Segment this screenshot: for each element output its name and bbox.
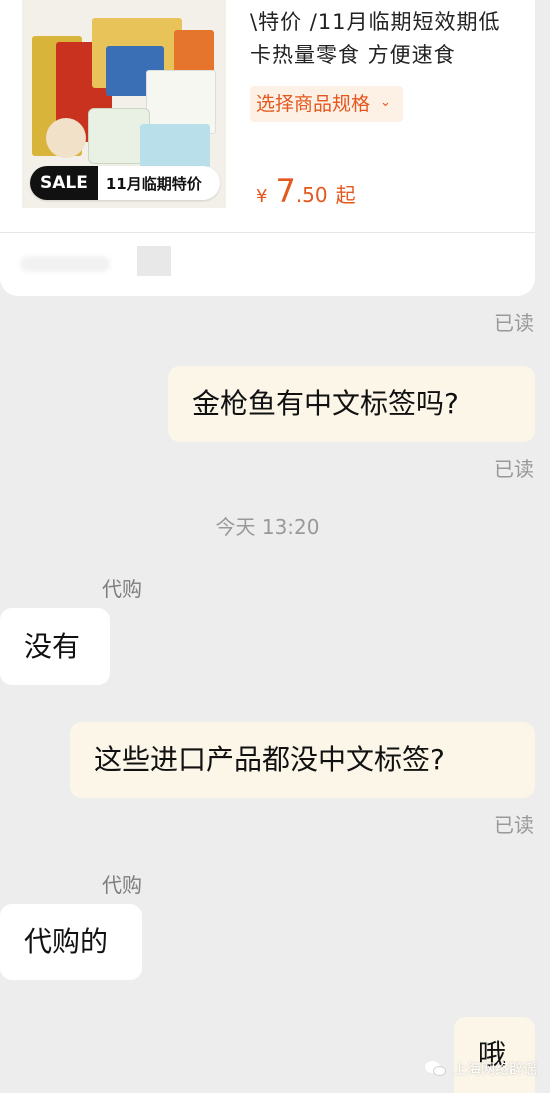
price-decimal: .50 [295,183,328,207]
message-text: 代购的 [24,925,109,959]
message-text: 这些进口产品都没中文标签? [94,743,445,777]
message-text: 没有 [24,629,81,663]
price-suffix: 起 [335,183,356,207]
outgoing-message-bubble[interactable]: 哦 [454,1017,535,1093]
product-title[interactable]: \特价 /11月临期短效期低卡热量零食 方便速食 [250,6,518,72]
watermark: 上海网络辟谣 [425,1059,537,1079]
price-integer: 7 [275,172,296,210]
wechat-icon [425,1061,447,1077]
card-footer-redacted [20,256,110,272]
spec-selector-label: 选择商品规格 [256,93,371,115]
package-mint [140,124,210,168]
incoming-message-bubble[interactable]: 没有 [0,608,110,685]
package-lid [46,118,86,158]
outgoing-message-bubble[interactable]: 金枪鱼有中文标签吗? [168,366,535,442]
sale-text: 11月临期特价 [105,174,202,193]
sale-tag: SALE [30,166,98,200]
chevron-down-icon: ⌄ [380,95,391,110]
card-footer-avatar-placeholder [137,246,171,276]
sender-name: 代购 [102,873,142,897]
incoming-message-bubble[interactable]: 代购的 [0,904,142,980]
product-card[interactable]: SALE 11月临期特价 \特价 /11月临期短效期低卡热量零食 方便速食 选择… [0,0,535,296]
card-divider [0,232,535,233]
sender-name: 代购 [102,577,142,601]
read-status: 已读 [494,457,534,481]
read-status: 已读 [494,311,534,335]
chat-timestamp: 今天 13:20 [215,515,320,539]
outgoing-message-bubble[interactable]: 这些进口产品都没中文标签? [70,722,535,798]
price-currency: ¥ [256,186,268,207]
sale-banner: SALE 11月临期特价 [30,166,220,200]
product-thumbnail[interactable]: SALE 11月临期特价 [22,0,226,208]
message-text: 金枪鱼有中文标签吗? [192,387,459,421]
read-status: 已读 [494,813,534,837]
spec-selector-button[interactable]: 选择商品规格 ⌄ [250,86,403,122]
watermark-text: 上海网络辟谣 [453,1062,537,1078]
product-price: ¥ 7 .50 起 [256,172,356,210]
